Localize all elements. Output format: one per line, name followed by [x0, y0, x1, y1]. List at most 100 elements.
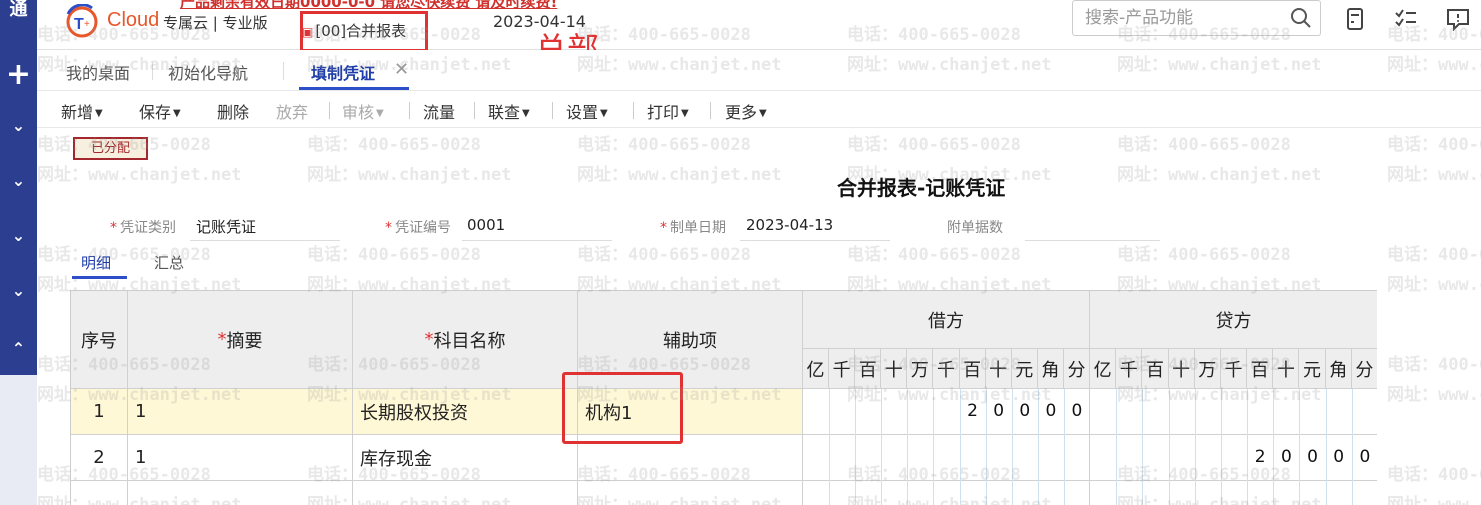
- tab-desktop[interactable]: 我的桌面: [66, 60, 130, 84]
- debit-unit-1: 千: [829, 349, 856, 389]
- amount-digit: 0: [1071, 401, 1083, 421]
- chevron-down-icon: ▼: [600, 108, 608, 119]
- digit-gridline: [907, 389, 909, 505]
- watermark-text: 电话：400-665-0028: [1117, 245, 1291, 265]
- chevron-down-icon[interactable]: ⌄: [0, 226, 37, 246]
- save-button[interactable]: 保存 ▼: [139, 99, 181, 123]
- amount-digit: 0: [1019, 401, 1031, 421]
- chevron-down-icon: ▼: [759, 108, 767, 119]
- rail-top-glyph: 通: [9, 0, 28, 20]
- watermark-text: 电话：400-665-0028: [847, 245, 1021, 265]
- rail-bottom-panel: [0, 375, 37, 505]
- voucher-number-field[interactable]: 0001: [467, 216, 505, 234]
- search-icon[interactable]: [1290, 7, 1312, 29]
- chevron-down-icon[interactable]: ⌄: [0, 171, 37, 191]
- tab-divider: [283, 62, 284, 80]
- credit-unit-7: 十: [1273, 349, 1300, 389]
- header-debit: 借方: [803, 291, 1090, 349]
- settings-button[interactable]: 设置 ▼: [566, 99, 608, 123]
- toolbar: 新增 ▼ 保存 ▼ 删除 放弃 审核 ▼ 流量 联查 ▼ 设置 ▼ 打印 ▼ 更多 ▼: [37, 90, 1481, 128]
- row3-seq: [71, 481, 128, 505]
- subtab-detail[interactable]: 明细: [81, 252, 111, 273]
- watermark-text: 网址：www.chanjet.net: [307, 165, 512, 185]
- checklist-icon[interactable]: [1393, 6, 1419, 32]
- status-badge: 已分配: [73, 137, 148, 160]
- amount-digit: 0: [993, 401, 1005, 421]
- debit-unit-2: 百: [855, 349, 882, 389]
- toolbar-divider: [552, 102, 553, 119]
- chevron-down-icon[interactable]: ⌄: [0, 116, 37, 136]
- row2-summary[interactable]: 1: [128, 435, 353, 481]
- digit-gridline: [855, 389, 857, 505]
- watermark-text: 电话：400-665-0028: [1117, 135, 1291, 155]
- left-rail: 通 + ⌄ ⌄ ⌄ ⌄ ⌃: [0, 0, 37, 505]
- debit-unit-6: 百: [959, 349, 986, 389]
- tab-init-guide[interactable]: 初始化导航: [168, 60, 248, 84]
- message-icon[interactable]: [1445, 6, 1471, 32]
- chevron-down-icon: ▼: [522, 108, 530, 119]
- active-subtab-indicator: [72, 276, 127, 279]
- cashflow-button[interactable]: 流量: [423, 99, 455, 123]
- amount-digit: 0: [1307, 447, 1318, 467]
- debit-unit-0: 亿: [803, 349, 830, 389]
- chevron-up-icon[interactable]: ⌃: [0, 339, 37, 359]
- credit-unit-4: 万: [1194, 349, 1221, 389]
- voucher-title: 合并报表-记账凭证: [837, 176, 1006, 200]
- more-button[interactable]: 更多 ▼: [725, 99, 767, 123]
- delete-button[interactable]: 删除: [217, 99, 249, 123]
- voucher-type-field[interactable]: 记账凭证: [196, 216, 256, 237]
- annotation-box: [562, 372, 683, 444]
- watermark-text: 电话：400-665-0028: [577, 135, 751, 155]
- chevron-down-icon: ▼: [681, 108, 689, 119]
- row3-aux[interactable]: [578, 481, 803, 505]
- field-underline: [462, 240, 612, 241]
- close-icon[interactable]: ✕: [394, 59, 409, 80]
- credit-unit-8: 元: [1299, 349, 1326, 389]
- row1-credit[interactable]: [1090, 389, 1377, 435]
- header-credit: 贷方: [1090, 291, 1377, 349]
- svg-text:+: +: [84, 19, 90, 30]
- digit-gridline: [1116, 389, 1118, 505]
- plus-icon[interactable]: +: [0, 58, 37, 92]
- digit-gridline: [1168, 389, 1170, 505]
- watermark-text: 电话：400-665-0028: [1387, 355, 1481, 375]
- chevron-down-icon[interactable]: ⌄: [0, 281, 37, 301]
- row3-summary[interactable]: [128, 481, 353, 505]
- lookup-button[interactable]: 联查 ▼: [488, 99, 530, 123]
- digit-gridline: [1142, 389, 1144, 505]
- row3-debit[interactable]: [803, 481, 1090, 505]
- row3-account[interactable]: [353, 481, 578, 505]
- voucher-date-field[interactable]: 2023-04-13: [746, 216, 833, 234]
- row2-account[interactable]: 库存现金: [353, 435, 578, 481]
- watermark-text: 网址：www.chanjet.net: [1387, 385, 1481, 405]
- new-button[interactable]: 新增 ▼: [61, 99, 103, 123]
- search-input[interactable]: [1085, 7, 1285, 29]
- voucher-grid: 序号 * 摘要 * 科目名称 辅助项 借方 贷方 亿千百十万千百十元角分亿千百十万千…: [70, 290, 1377, 505]
- toolbar-divider: [633, 102, 634, 119]
- app-header: T + Cloud 专属云 | 专业版 产品剩余有效日期0000-0-0 请您尽…: [37, 0, 1481, 68]
- tab-voucher-entry[interactable]: 填制凭证: [311, 60, 375, 84]
- debit-unit-4: 万: [907, 349, 934, 389]
- digit-gridline: [1220, 389, 1222, 505]
- discard-button[interactable]: 放弃: [276, 99, 308, 123]
- print-button[interactable]: 打印 ▼: [647, 99, 689, 123]
- digit-gridline: [829, 389, 831, 505]
- credit-unit-5: 千: [1220, 349, 1248, 389]
- watermark-text: 网址：www.chanjet.net: [1387, 275, 1481, 295]
- voucher-number-label: * 凭证编号: [385, 220, 451, 236]
- subtab-summary[interactable]: 汇总: [154, 252, 184, 273]
- amount-digit: 2: [1254, 447, 1266, 467]
- audit-button[interactable]: 审核 ▼: [342, 99, 384, 123]
- watermark-text: 电话：400-665-0028: [847, 135, 1021, 155]
- row3-credit[interactable]: [1090, 481, 1377, 505]
- row2-debit[interactable]: [803, 435, 1090, 481]
- calculator-icon[interactable]: [1342, 6, 1368, 32]
- digit-gridline: [881, 389, 883, 505]
- row1-summary[interactable]: 1: [128, 389, 353, 435]
- field-underline: [740, 240, 890, 241]
- search-box[interactable]: [1072, 0, 1321, 36]
- credit-unit-10: 分: [1351, 349, 1377, 389]
- chanjet-logo-icon: T +: [66, 4, 98, 38]
- chevron-down-icon: ▼: [376, 108, 384, 119]
- row1-account[interactable]: 长期股权投资: [353, 389, 578, 435]
